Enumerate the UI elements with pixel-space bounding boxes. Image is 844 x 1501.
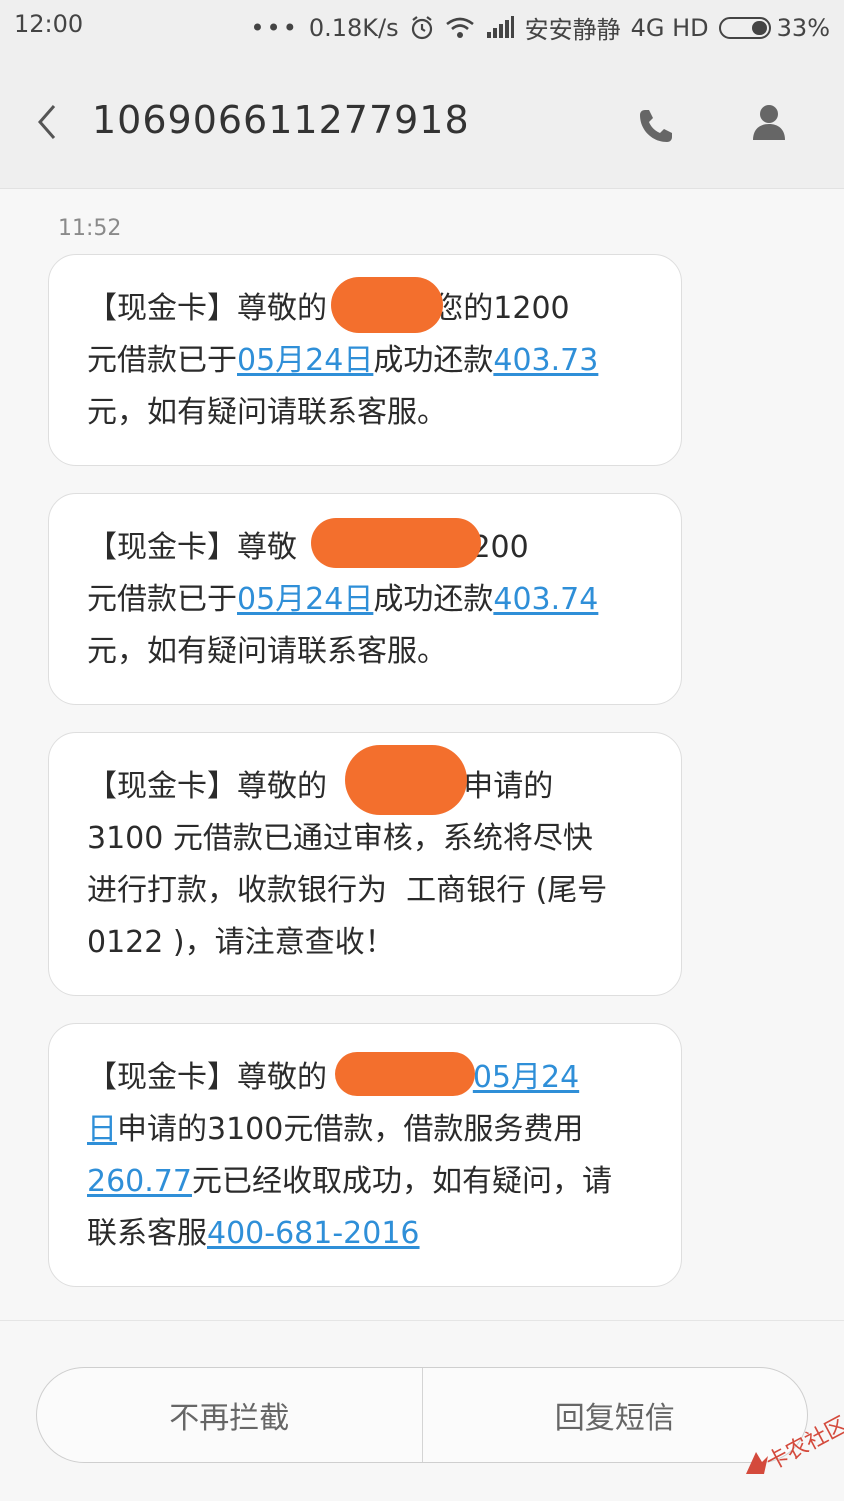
message-text: 元借款已于 <box>87 343 237 378</box>
message-line: 元，如有疑问请联系客服。 <box>87 387 645 439</box>
redaction-mark <box>311 518 481 568</box>
message-list[interactable]: 11:52 【现金卡】尊敬的 ，您的1200 元借款已于05月24日成功还款403… <box>0 188 844 1320</box>
bottom-action-bar: 不再拦截 回复短信 <box>0 1320 844 1501</box>
message-text: 申请的3100元借款，借款服务费用 <box>117 1112 584 1147</box>
message-text: 元，如有疑问请联系客服。 <box>87 634 447 669</box>
message-line: 260.77元已经收取成功，如有疑问，请 <box>87 1156 645 1208</box>
carrier-name: 安安静静 <box>524 16 621 44</box>
message-text: 成功还款 <box>373 582 494 617</box>
redaction-mark <box>335 1052 475 1096</box>
redaction-mark <box>345 745 467 815</box>
message-link[interactable]: 403.73 <box>493 343 598 378</box>
alarm-icon <box>411 15 432 39</box>
unblock-button[interactable]: 不再拦截 <box>37 1368 422 1462</box>
battery-level-fill <box>751 20 767 35</box>
message-link[interactable]: 日 <box>87 1112 117 1147</box>
network-speed: 0.18K/s <box>308 13 399 42</box>
message-line: 3100 元借款已通过审核，系统将尽快 <box>87 813 645 865</box>
message-line: 元借款已于05月24日成功还款403.74 <box>87 574 645 626</box>
phone-call-icon[interactable] <box>636 106 676 146</box>
message-text: 元借款已于 <box>87 582 237 617</box>
message-link[interactable]: 05月24日 <box>237 343 373 378</box>
network-type: 4G HD <box>630 13 709 42</box>
action-button-group: 不再拦截 回复短信 <box>36 1367 808 1463</box>
conversation-header: 106906611277918 <box>0 50 844 189</box>
message-bubble[interactable]: 【现金卡】尊敬 您的1200元借款已于05月24日成功还款403.74元，如有疑… <box>48 493 682 705</box>
message-link[interactable]: 400-681-2016 <box>207 1216 420 1251</box>
message-line: 元借款已于05月24日成功还款403.73 <box>87 335 645 387</box>
message-bubble[interactable]: 【现金卡】尊敬的 您于05月24日申请的3100元借款，借款服务费用260.77… <box>48 1023 682 1287</box>
message-line: 日申请的3100元借款，借款服务费用 <box>87 1104 645 1156</box>
more-dots-icon: ••• <box>250 13 299 42</box>
message-text: 成功还款 <box>373 343 494 378</box>
message-text: 0122 )，请注意查收！ <box>87 925 395 960</box>
message-text: 【现金卡】尊敬的 <box>87 291 327 326</box>
message-line: 联系客服400-681-2016 <box>87 1208 645 1260</box>
back-arrow-icon[interactable] <box>30 102 64 142</box>
message-text: 【现金卡】尊敬 <box>87 530 297 565</box>
message-bubble[interactable]: 【现金卡】尊敬的 ，您的1200 元借款已于05月24日成功还款403.73 元，如… <box>48 254 682 466</box>
message-link[interactable]: 05月24 <box>473 1060 579 1095</box>
message-text: 【现金卡】尊敬的 <box>87 769 327 804</box>
battery-icon <box>718 16 771 39</box>
message-line: 0122 )，请注意查收！ <box>87 917 645 969</box>
sender-number: 106906611277918 <box>92 98 470 142</box>
watermark-logo: 卡农社区 <box>738 1412 844 1482</box>
message-text: 联系客服 <box>87 1216 207 1251</box>
redaction-mark <box>331 277 443 333</box>
watermark-text: 卡农社区 <box>762 1412 844 1476</box>
status-indicators: ••• 0.18K/s 安安静静 4G HD 33% <box>250 10 830 45</box>
message-link[interactable]: 05月24日 <box>237 582 373 617</box>
battery-percent: 33% <box>776 13 830 42</box>
message-link[interactable]: 260.77 <box>87 1164 192 1199</box>
message-timestamp: 11:52 <box>58 216 122 241</box>
contact-person-icon[interactable] <box>750 102 788 142</box>
battery: 33% <box>718 13 830 42</box>
status-bar: 12:00 ••• 0.18K/s 安安静静 4G HD 33% <box>0 0 844 50</box>
message-bubble[interactable]: 【现金卡】尊敬的 ，您申请的 3100 元借款已通过审核，系统将尽快 进行打款，收款… <box>48 732 682 996</box>
message-line: 进行打款，收款银行为 工商银行 (尾号 <box>87 865 645 917</box>
status-time: 12:00 <box>14 10 84 38</box>
wifi-icon <box>445 17 474 38</box>
message-link[interactable]: 403.74 <box>493 582 598 617</box>
signal-icon <box>486 15 514 38</box>
message-text: 元已经收取成功，如有疑问，请 <box>191 1164 612 1199</box>
message-text: 【现金卡】尊敬的 <box>87 1060 327 1095</box>
message-text: 进行打款，收款银行为 工商银行 (尾号 <box>87 873 608 908</box>
message-text: 3100 元借款已通过审核，系统将尽快 <box>87 821 593 856</box>
message-text: 元，如有疑问请联系客服。 <box>87 395 447 430</box>
message-line: 元，如有疑问请联系客服。 <box>87 626 645 678</box>
